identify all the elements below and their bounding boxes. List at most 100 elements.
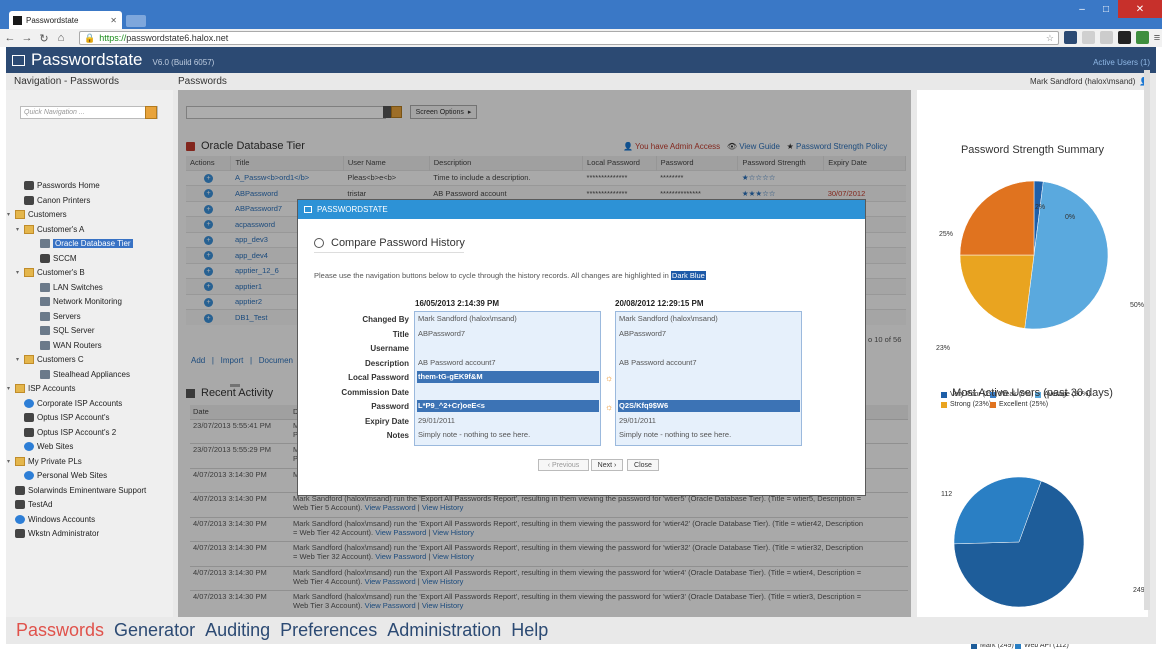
left-history-value	[417, 342, 599, 354]
expand-icon[interactable]: ▾	[16, 356, 19, 363]
network-icon	[40, 297, 50, 306]
expand-icon[interactable]: ▾	[7, 458, 10, 465]
sidebar-item-label: Passwords Home	[37, 181, 100, 190]
extension-icon[interactable]	[1136, 31, 1149, 44]
quick-navigation-input[interactable]: Quick Navigation ...	[20, 106, 158, 119]
forward-icon[interactable]: →	[20, 31, 34, 45]
left-history-value: L*P9_^2+Cr)oeE<s	[417, 400, 599, 412]
sidebar-item[interactable]: Windows Accounts	[15, 513, 95, 526]
expand-icon[interactable]: ▾	[16, 269, 19, 276]
browser-tab[interactable]: Passwordstate ✕	[9, 11, 122, 29]
highlight-sample: Dark Blue	[670, 271, 706, 280]
extension-icon[interactable]	[1100, 31, 1113, 44]
browser-toolbar: ← → ↻ ⌂ 🔒 https:// passwordstate6.halox.…	[0, 29, 1162, 47]
bottom-nav-administration[interactable]: Administration	[387, 620, 501, 641]
sidebar-item-label: Windows Accounts	[28, 514, 96, 524]
key-icon	[15, 485, 25, 495]
browser-chrome: Passwordstate ✕ – □ ✕ ← → ↻ ⌂ 🔒 https://…	[0, 0, 1162, 47]
left-history-box: Mark Sandford (halox\msand) ABPassword7 AB…	[414, 311, 601, 446]
close-label: Close	[634, 461, 652, 469]
sidebar-item[interactable]: LAN Switches	[40, 281, 103, 294]
sidebar-item-label: Servers	[53, 311, 81, 321]
sidebar-item[interactable]: Passwords Home	[24, 179, 100, 192]
windows-icon	[15, 514, 25, 524]
field-label: Username	[370, 344, 409, 353]
database-icon	[40, 326, 50, 335]
sidebar-item[interactable]: ▾ Customers	[7, 208, 67, 221]
sidebar-item[interactable]: Canon Printers	[24, 194, 90, 207]
sidebar-item[interactable]: Optus ISP Account's 2	[24, 426, 116, 439]
strength-legend-item[interactable]: Strong (23%)	[941, 401, 991, 408]
strength-slice-label: 25%	[939, 231, 954, 238]
bottom-navigation: Passwords Generator Auditing Preferences Adm…	[6, 617, 1156, 644]
back-icon[interactable]: ←	[3, 31, 17, 45]
sidebar-item[interactable]: Oracle Database Tier	[40, 237, 133, 250]
logo-icon	[12, 54, 25, 66]
key-icon	[24, 195, 34, 205]
sidebar-item[interactable]: ▾ My Private PLs	[7, 455, 82, 468]
search-icon[interactable]	[145, 106, 157, 119]
previous-label: Previous	[552, 461, 580, 469]
folder-icon	[15, 384, 25, 393]
expand-icon[interactable]: ▾	[7, 211, 10, 218]
extension-icon[interactable]	[1118, 31, 1131, 44]
sidebar-item[interactable]: Personal Web Sites	[24, 469, 107, 482]
key-icon	[24, 427, 34, 437]
close-button[interactable]: Close	[627, 459, 659, 471]
previous-button[interactable]: ‹ Previous	[538, 459, 589, 471]
bookmark-star-icon[interactable]: ☆	[1046, 33, 1054, 44]
sidebar-item[interactable]: Optus ISP Account's	[24, 411, 110, 424]
sidebar-item[interactable]: SQL Server	[40, 324, 95, 337]
home-icon[interactable]: ⌂	[54, 31, 68, 45]
next-button[interactable]: Next ›	[591, 459, 623, 471]
folder-icon	[24, 224, 34, 234]
bottom-nav-generator[interactable]: Generator	[114, 620, 195, 641]
bottom-nav-passwords[interactable]: Passwords	[16, 620, 104, 641]
strength-slice[interactable]	[959, 254, 1035, 329]
sidebar-item[interactable]: TestAd	[15, 498, 52, 511]
close-window-icon[interactable]: ✕	[1118, 0, 1162, 18]
sidebar-item[interactable]: Corporate ISP Accounts	[24, 397, 122, 410]
sidebar-item[interactable]: Servers	[40, 310, 81, 323]
left-history-value: ABPassword7	[418, 328, 466, 338]
sidebar-item[interactable]: Solarwinds Eminentware Support	[15, 484, 146, 497]
maximize-icon[interactable]: □	[1094, 0, 1118, 18]
address-bar[interactable]: 🔒 https:// passwordstate6.halox.net ☆	[79, 31, 1059, 45]
sidebar-item[interactable]: SCCM	[40, 252, 77, 265]
folder-icon	[24, 268, 34, 277]
expand-icon[interactable]: ▾	[16, 226, 19, 233]
sidebar-item[interactable]: ▾ ISP Accounts	[7, 382, 75, 395]
sidebar-item-label: Personal Web Sites	[37, 471, 108, 480]
close-tab-icon[interactable]: ✕	[110, 16, 117, 25]
menu-icon[interactable]: ≡	[1150, 31, 1162, 45]
dialog-title-text: Compare Password History	[331, 237, 465, 249]
strength-slice-label: 50%	[1130, 302, 1145, 309]
globe-icon	[24, 471, 34, 480]
bottom-nav-auditing[interactable]: Auditing	[205, 620, 270, 641]
reload-icon[interactable]: ↻	[37, 31, 51, 45]
new-tab-button[interactable]	[126, 15, 146, 27]
bottom-nav-help[interactable]: Help	[511, 620, 548, 641]
scrollbar[interactable]	[1144, 70, 1150, 610]
sidebar-item[interactable]: ▾ Customers C	[16, 353, 84, 366]
strength-legend-item[interactable]: Excellent (25%)	[990, 401, 1048, 408]
extension-icon[interactable]	[1082, 31, 1095, 44]
strength-slice[interactable]	[959, 180, 1035, 256]
sidebar-item-label: Web Sites	[37, 442, 74, 451]
active-users-link[interactable]: Active Users (1)	[1093, 58, 1150, 67]
extension-icon[interactable]	[1064, 31, 1077, 44]
sidebar-item[interactable]: Wkstn Administrator	[15, 527, 99, 540]
sidebar-item[interactable]: WAN Routers	[40, 339, 102, 352]
minimize-icon[interactable]: –	[1070, 0, 1094, 18]
sidebar-item[interactable]: ▾ Customer's A	[16, 223, 84, 236]
sidebar-item[interactable]: ▾ Customer's B	[16, 266, 85, 279]
sidebar-item[interactable]: Web Sites	[24, 440, 73, 453]
passwords-home-icon	[24, 181, 34, 190]
sidebar-item[interactable]: Network Monitoring	[40, 295, 122, 308]
expand-icon[interactable]: ▾	[7, 385, 10, 392]
left-history-value: them-tG-gEK9f&M	[417, 371, 599, 383]
key-icon	[15, 529, 25, 538]
lock-icon: 🔒	[84, 32, 96, 43]
sidebar-item[interactable]: Stealhead Appliances	[40, 368, 130, 381]
bottom-nav-preferences[interactable]: Preferences	[280, 620, 377, 641]
